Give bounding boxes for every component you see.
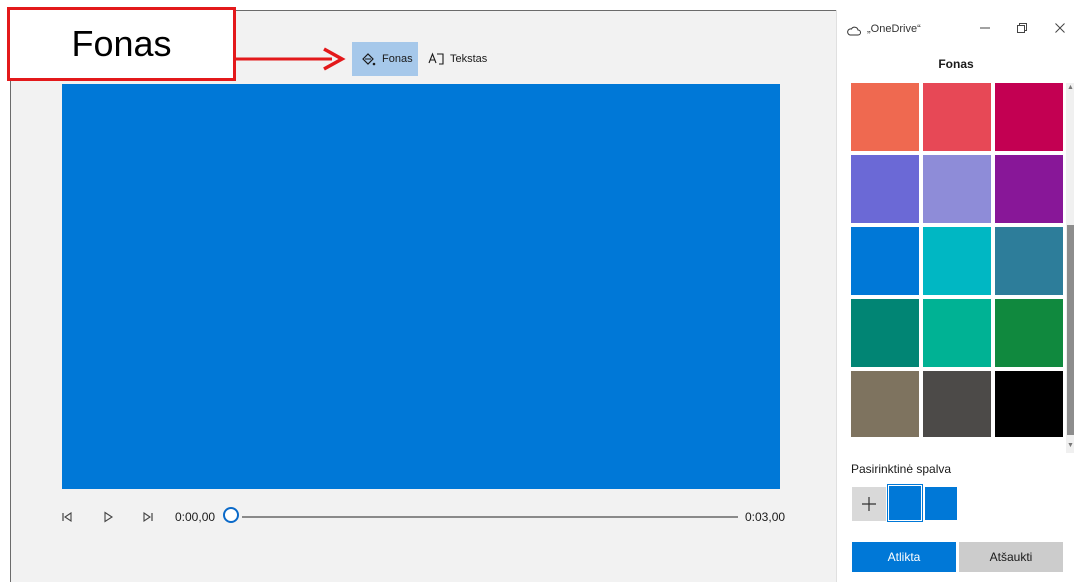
seek-bar[interactable] bbox=[242, 516, 738, 518]
scroll-thumb[interactable] bbox=[1067, 225, 1074, 435]
custom-color-label: Pasirinktinė spalva bbox=[851, 462, 952, 476]
color-swatch[interactable] bbox=[923, 83, 991, 151]
color-swatch[interactable] bbox=[923, 371, 991, 437]
color-swatch[interactable] bbox=[851, 155, 919, 223]
close-icon[interactable] bbox=[1050, 18, 1070, 38]
color-swatch[interactable] bbox=[995, 227, 1063, 295]
panel-title: Fonas bbox=[938, 57, 974, 71]
restore-icon[interactable] bbox=[1012, 18, 1032, 38]
background-button[interactable]: Fonas bbox=[352, 42, 418, 76]
color-swatch[interactable] bbox=[851, 371, 919, 437]
add-custom-color-button[interactable] bbox=[852, 487, 886, 521]
paint-bucket-icon bbox=[360, 51, 376, 67]
callout-label: Fonas bbox=[7, 7, 236, 81]
color-swatch[interactable] bbox=[995, 155, 1063, 223]
color-panel: „OneDrive“ Fonas ▲ ▼ Pasirinktinė spalva… bbox=[836, 10, 1074, 582]
color-swatch[interactable] bbox=[923, 227, 991, 295]
minimize-icon[interactable] bbox=[975, 18, 995, 38]
custom-color-swatch[interactable] bbox=[925, 487, 957, 520]
color-swatch[interactable] bbox=[851, 83, 919, 151]
cancel-button[interactable]: Atšaukti bbox=[959, 542, 1063, 572]
scroll-down-icon[interactable]: ▼ bbox=[1066, 441, 1074, 451]
color-swatch-grid bbox=[851, 83, 1067, 437]
background-button-label: Fonas bbox=[382, 53, 413, 65]
total-time: 0:03,00 bbox=[745, 510, 786, 524]
callout-arrow-icon bbox=[236, 47, 346, 71]
color-swatch[interactable] bbox=[995, 83, 1063, 151]
video-preview bbox=[62, 84, 780, 489]
custom-color-swatch[interactable] bbox=[887, 484, 923, 522]
panel-titlebar: „OneDrive“ bbox=[837, 10, 1074, 48]
text-button-label: Tekstas bbox=[450, 53, 488, 65]
next-frame-icon[interactable] bbox=[139, 508, 157, 526]
color-swatch[interactable] bbox=[851, 227, 919, 295]
scroll-up-icon[interactable]: ▲ bbox=[1066, 83, 1074, 93]
previous-frame-icon[interactable] bbox=[58, 508, 76, 526]
current-time: 0:00,00 bbox=[175, 510, 216, 524]
text-icon bbox=[428, 51, 444, 67]
done-button[interactable]: Atlikta bbox=[852, 542, 956, 572]
seek-thumb[interactable] bbox=[223, 507, 239, 523]
color-swatch[interactable] bbox=[923, 155, 991, 223]
color-swatch[interactable] bbox=[995, 371, 1063, 437]
cloud-icon bbox=[847, 23, 861, 41]
text-button[interactable]: Tekstas bbox=[420, 42, 490, 76]
panel-app-title: „OneDrive“ bbox=[867, 23, 921, 35]
play-icon[interactable] bbox=[99, 508, 117, 526]
color-swatch[interactable] bbox=[923, 299, 991, 367]
color-swatch[interactable] bbox=[995, 299, 1063, 367]
scrollbar[interactable]: ▲ ▼ bbox=[1066, 83, 1074, 453]
plus-icon bbox=[862, 491, 876, 517]
color-swatch[interactable] bbox=[851, 299, 919, 367]
